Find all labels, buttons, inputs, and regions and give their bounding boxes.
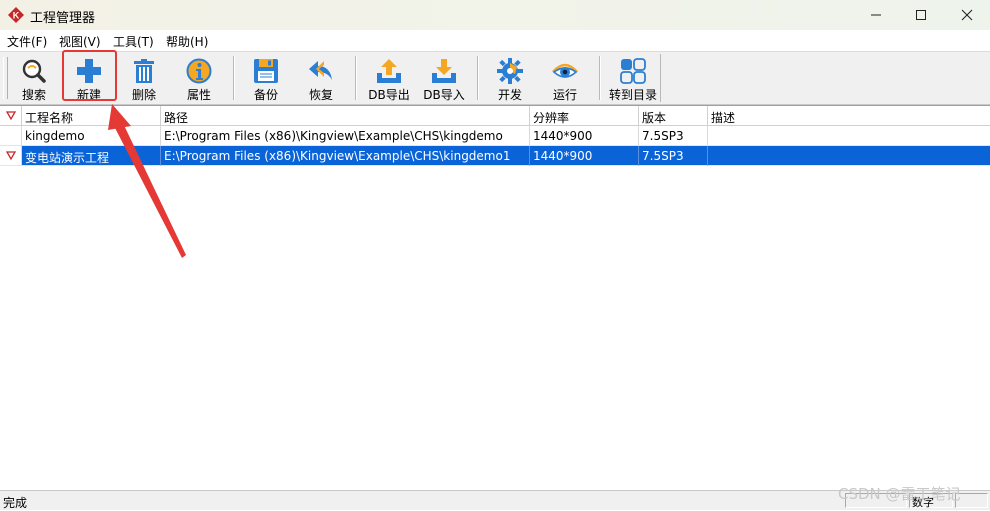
kingview-app-icon: K: [8, 7, 24, 23]
column-header-description-label: 描述: [711, 111, 736, 125]
filter-triangle-icon: [5, 111, 17, 121]
menu-view[interactable]: 视图(V): [59, 33, 101, 50]
db-export-label: DB导出: [368, 88, 410, 102]
close-icon: [961, 9, 973, 21]
tray-upload-icon: [377, 59, 401, 83]
db-export-button[interactable]: DB导出: [364, 55, 414, 102]
properties-button[interactable]: 属性: [174, 55, 224, 102]
backup-label: 备份: [253, 88, 278, 102]
maximize-icon: [916, 10, 926, 20]
undo-arrow-icon: [309, 61, 332, 80]
current-row-marker-icon: [5, 151, 17, 161]
cell-version-text: 7.5SP3: [642, 129, 684, 143]
delete-button[interactable]: 删除: [119, 55, 169, 102]
restore-button[interactable]: 恢复: [296, 55, 346, 102]
toolbar-end-divider: [660, 54, 661, 102]
cell-version: 7.5SP3: [639, 146, 708, 166]
toolbar-separator: [233, 56, 235, 100]
watermark-text: CSDN @雷工笔记: [838, 485, 961, 503]
cell-resolution-text: 1440*900: [533, 149, 593, 163]
info-icon: [186, 58, 212, 84]
cell-path: E:\Program Files (x86)\Kingview\Example\…: [161, 126, 530, 146]
cell-name: kingdemo: [22, 126, 161, 146]
annotation-highlight-box: [62, 50, 117, 101]
cell-resolution: 1440*900: [530, 146, 639, 166]
menu-help[interactable]: 帮助(H): [166, 33, 208, 50]
project-list: 工程名称 路径 分辨率 版本 描述 kingdemo E:\Program Fi…: [0, 105, 990, 491]
header-filter-cell[interactable]: [0, 106, 22, 126]
develop-button[interactable]: 开发: [485, 55, 535, 102]
magnifier-icon: [22, 59, 46, 83]
restore-label: 恢复: [308, 88, 333, 102]
row-marker-cell: [0, 126, 22, 146]
table-row-selected[interactable]: 变电站演示工程 E:\Program Files (x86)\Kingview\…: [0, 146, 990, 166]
develop-label: 开发: [497, 88, 522, 102]
grid-directory-icon: [620, 58, 646, 84]
cell-description: [708, 126, 990, 146]
column-header-resolution[interactable]: 分辨率: [530, 106, 639, 126]
toolbar-grip[interactable]: [3, 57, 8, 99]
search-button[interactable]: 搜索: [9, 55, 59, 102]
toolbar-separator: [477, 56, 479, 100]
run-button[interactable]: 运行: [540, 55, 590, 102]
close-button[interactable]: [944, 0, 990, 30]
goto-directory-label: 转到目录: [608, 88, 657, 102]
svg-text:K: K: [13, 11, 20, 21]
backup-button[interactable]: 备份: [241, 55, 291, 102]
minimize-button[interactable]: [853, 0, 899, 30]
cell-description: [708, 146, 990, 166]
column-header-name[interactable]: 工程名称: [22, 106, 161, 126]
cell-version: 7.5SP3: [639, 126, 708, 146]
menu-file[interactable]: 文件(F): [7, 33, 47, 50]
delete-label: 删除: [131, 88, 156, 102]
toolbar-separator: [355, 56, 357, 100]
tray-download-icon: [432, 59, 456, 83]
cell-name-text: kingdemo: [25, 129, 85, 143]
column-header-resolution-label: 分辨率: [533, 111, 570, 125]
db-import-button[interactable]: DB导入: [419, 55, 469, 102]
column-header-name-label: 工程名称: [25, 111, 74, 125]
title-bar: K 工程管理器: [0, 0, 990, 30]
table-row[interactable]: kingdemo E:\Program Files (x86)\Kingview…: [0, 126, 990, 146]
cell-version-text: 7.5SP3: [642, 149, 684, 163]
run-label: 运行: [552, 88, 577, 102]
column-header-path-label: 路径: [164, 111, 189, 125]
menu-tools[interactable]: 工具(T): [113, 33, 154, 50]
db-import-label: DB导入: [423, 88, 465, 102]
column-header-version[interactable]: 版本: [639, 106, 708, 126]
window-title: 工程管理器: [30, 11, 96, 26]
cell-path: E:\Program Files (x86)\Kingview\Example\…: [161, 146, 530, 166]
cell-resolution-text: 1440*900: [533, 129, 593, 143]
column-header-path[interactable]: 路径: [161, 106, 530, 126]
eye-icon: [552, 63, 578, 78]
develop-gear-icon: [497, 58, 523, 84]
toolbar-separator: [599, 56, 601, 100]
menu-bar: 文件(F) 视图(V) 工具(T) 帮助(H): [0, 30, 990, 51]
column-header-description[interactable]: 描述: [708, 106, 990, 126]
cell-resolution: 1440*900: [530, 126, 639, 146]
floppy-disk-icon: [254, 59, 278, 83]
column-header-version-label: 版本: [642, 111, 667, 125]
properties-label: 属性: [186, 88, 211, 102]
cell-name: 变电站演示工程: [22, 146, 161, 166]
minimize-icon: [871, 14, 881, 16]
cell-path-text: E:\Program Files (x86)\Kingview\Example\…: [164, 149, 511, 163]
trash-icon: [134, 59, 154, 83]
toolbar: 搜索 新建 删除 属性 备份 恢复 DB导出 DB导入 开发 运行 转到目录: [0, 51, 990, 105]
row-marker-cell: [0, 146, 22, 166]
maximize-button[interactable]: [898, 0, 944, 30]
goto-directory-button[interactable]: 转到目录: [605, 55, 661, 102]
search-label: 搜索: [21, 88, 46, 102]
cell-name-text: 变电站演示工程: [25, 151, 110, 165]
cell-path-text: E:\Program Files (x86)\Kingview\Example\…: [164, 129, 503, 143]
status-text: 完成: [3, 496, 28, 510]
